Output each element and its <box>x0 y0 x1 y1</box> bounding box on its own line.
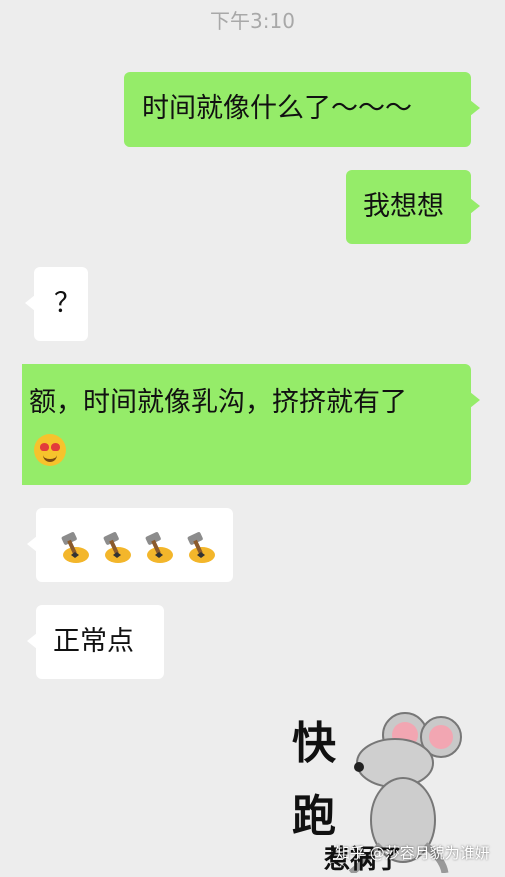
message-outgoing[interactable]: 时间就像什么了～～～ <box>124 72 480 147</box>
hammer-icon <box>98 528 134 564</box>
sticker-text: 跑 <box>292 791 336 842</box>
message-incoming[interactable]: 正常点 <box>27 605 164 679</box>
message-text: 正常点 <box>53 626 134 657</box>
message-outgoing[interactable]: 额，时间就像乳沟，挤挤就有了 <box>22 364 480 485</box>
hammer-icon <box>56 528 92 564</box>
message-text: 我想想 <box>363 191 444 222</box>
heart-eyes-face-icon <box>34 433 66 466</box>
message-text: 时间就像什么了～～～ <box>142 93 412 124</box>
message-text: 额，时间就像乳沟，挤挤就有了 <box>29 387 407 418</box>
hammer-icon <box>140 528 176 564</box>
sticker-text: 快 <box>292 718 336 769</box>
message-incoming[interactable] <box>27 508 233 582</box>
chat-timestamp: 下午3:10 <box>210 9 295 33</box>
message-outgoing[interactable]: 我想想 <box>346 170 480 244</box>
hammer-icon <box>182 528 218 564</box>
message-incoming[interactable]: ？ <box>25 267 88 341</box>
watermark: 知乎 @莎容月貌为谁妍 <box>335 844 490 862</box>
message-text: ？ <box>54 288 81 319</box>
emoji-row <box>56 522 233 564</box>
